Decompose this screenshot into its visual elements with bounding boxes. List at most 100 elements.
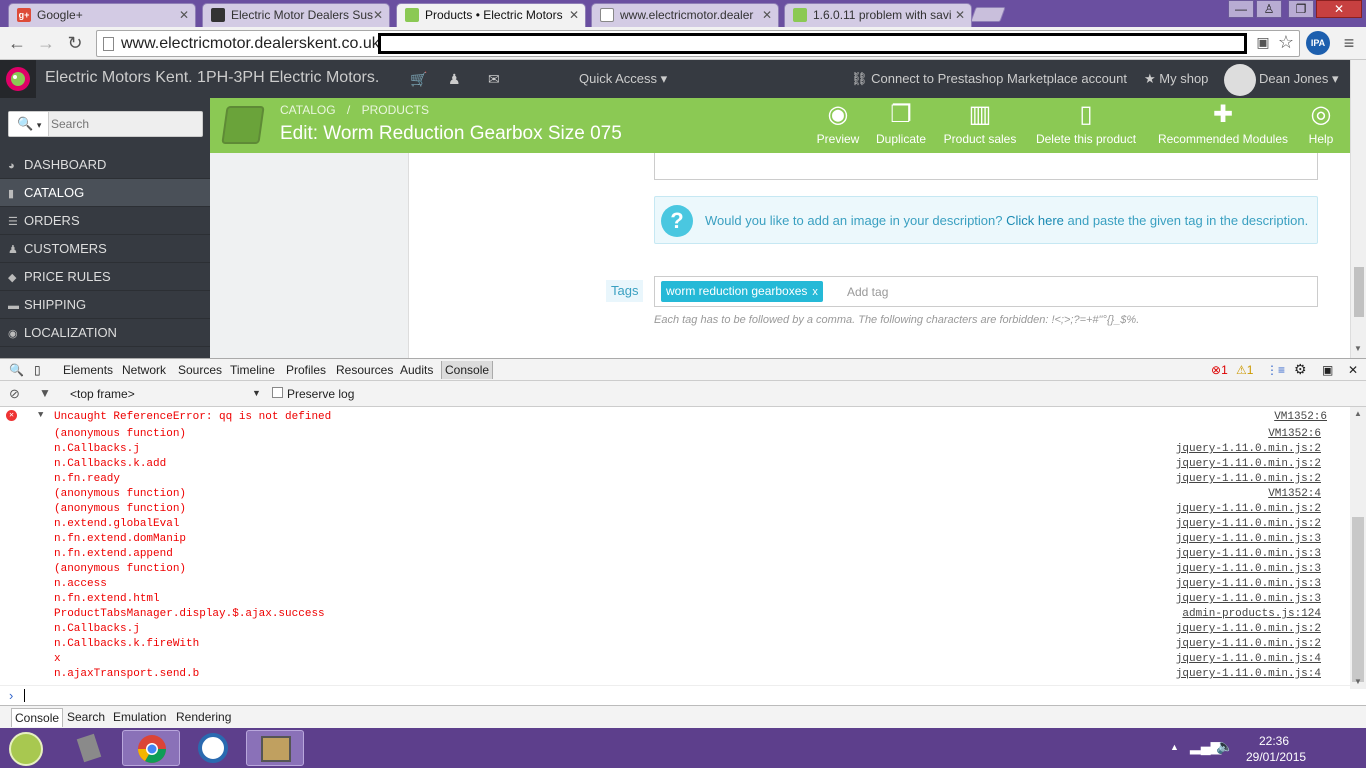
tab-console[interactable]: Console: [441, 361, 494, 379]
device-mode-icon[interactable]: ▯: [34, 363, 41, 377]
help-button[interactable]: ◎ Help: [1306, 101, 1336, 146]
reload-icon[interactable]: ↻: [64, 32, 86, 54]
stack-frame-source-link[interactable]: jquery-1.11.0.min.js:3: [1176, 547, 1321, 562]
console-prompt[interactable]: ›: [0, 685, 1350, 705]
taskbar-app-chrome[interactable]: [122, 730, 180, 766]
taskbar-app-network[interactable]: [246, 730, 304, 766]
browser-tab-electricmotor[interactable]: www.electricmotor.dealer ✕: [591, 3, 779, 27]
tab-timeline[interactable]: Timeline: [230, 363, 275, 377]
scroll-down-icon[interactable]: ▼: [1354, 677, 1362, 686]
frame-select-caret-icon[interactable]: ▼: [252, 388, 261, 398]
close-window-button[interactable]: ✕: [1316, 0, 1362, 18]
forward-icon[interactable]: →: [35, 32, 57, 54]
close-tab-icon[interactable]: ✕: [569, 4, 579, 26]
stack-frame-source-link[interactable]: jquery-1.11.0.min.js:3: [1176, 577, 1321, 592]
taskbar-app-notepad[interactable]: [60, 730, 118, 766]
drawer-tab-rendering[interactable]: Rendering: [176, 710, 231, 724]
show-hidden-icons-icon[interactable]: ▲: [1170, 742, 1179, 752]
delete-product-button[interactable]: ▯ Delete this product: [1031, 101, 1141, 146]
sidebar-item-shipping[interactable]: ▬ SHIPPING: [0, 291, 210, 319]
dock-side-icon[interactable]: ▣: [1322, 363, 1333, 377]
browser-tab-dealers[interactable]: Electric Motor Dealers Sus ✕: [202, 3, 390, 27]
search-input[interactable]: [51, 114, 199, 134]
show-drawer-icon[interactable]: ⋮≡: [1266, 363, 1285, 377]
taskbar-app-ccleaner[interactable]: [184, 730, 242, 766]
bookmark-star-icon[interactable]: ☆: [1275, 31, 1297, 53]
tab-audits[interactable]: Audits: [400, 363, 433, 377]
frame-select[interactable]: <top frame>: [70, 387, 135, 401]
close-tab-icon[interactable]: ✕: [179, 4, 189, 26]
chrome-menu-icon[interactable]: ≡: [1338, 32, 1360, 54]
cart-icon[interactable]: 🛒: [410, 71, 427, 88]
preserve-log-checkbox[interactable]: [272, 387, 283, 398]
stack-frame-source-link[interactable]: jquery-1.11.0.min.js:2: [1176, 442, 1321, 457]
error-count-badge[interactable]: ⊗1: [1211, 363, 1228, 377]
stack-frame-source-link[interactable]: jquery-1.11.0.min.js:3: [1176, 592, 1321, 607]
console-scrollbar-thumb[interactable]: [1352, 517, 1364, 682]
shop-name[interactable]: Electric Motors Kent. 1PH-3PH Electric M…: [45, 69, 379, 87]
sidebar-item-orders[interactable]: ☰ ORDERS: [0, 207, 210, 235]
restore-button[interactable]: ❐: [1288, 0, 1314, 18]
stack-frame-source-link[interactable]: jquery-1.11.0.min.js:2: [1176, 517, 1321, 532]
start-button[interactable]: [9, 732, 43, 766]
sidebar-item-dashboard[interactable]: ◕ DASHBOARD: [0, 151, 210, 179]
sidebar-item-customers[interactable]: ♟ CUSTOMERS: [0, 235, 210, 263]
prestashop-logo[interactable]: [0, 60, 36, 98]
ipa-extension-icon[interactable]: IPA: [1306, 31, 1330, 55]
browser-tab-products[interactable]: Products • Electric Motors ✕: [396, 3, 586, 27]
click-here-link[interactable]: Click here: [1006, 213, 1064, 228]
close-devtools-icon[interactable]: ✕: [1348, 363, 1358, 377]
quick-access-dropdown[interactable]: Quick Access ▾: [579, 71, 667, 87]
tags-input[interactable]: worm reduction gearboxes x Add tag: [654, 276, 1318, 307]
remove-tag-icon[interactable]: x: [812, 286, 818, 298]
tab-elements[interactable]: Elements: [63, 363, 113, 377]
tab-resources[interactable]: Resources: [336, 363, 393, 377]
page-scrollbar[interactable]: ▼: [1350, 60, 1366, 358]
drawer-tab-search[interactable]: Search: [67, 710, 105, 724]
back-icon[interactable]: ←: [6, 32, 28, 54]
stack-frame-source-link[interactable]: jquery-1.11.0.min.js:2: [1176, 637, 1321, 652]
breadcrumb-products[interactable]: PRODUCTS: [362, 103, 429, 117]
scroll-down-icon[interactable]: ▼: [1354, 344, 1362, 353]
console-scrollbar[interactable]: ▲ ▼: [1350, 407, 1366, 689]
settings-gear-icon[interactable]: ⚙: [1294, 361, 1307, 378]
duplicate-button[interactable]: ❐ Duplicate: [873, 101, 929, 146]
scroll-up-icon[interactable]: ▲: [1354, 409, 1362, 418]
sidebar-item-price-rules[interactable]: ◆ PRICE RULES: [0, 263, 210, 291]
preview-button[interactable]: ◉ Preview: [815, 101, 861, 146]
inspect-icon[interactable]: 🔍: [9, 363, 24, 377]
warning-count-badge[interactable]: ⚠1: [1236, 363, 1253, 377]
add-tag-placeholder[interactable]: Add tag: [847, 285, 888, 299]
sidebar-item-localization[interactable]: ◉ LOCALIZATION: [0, 319, 210, 347]
error-source-link[interactable]: VM1352:6: [1274, 410, 1327, 425]
page-scrollbar-thumb[interactable]: [1354, 267, 1364, 317]
new-tab-button[interactable]: [970, 7, 1006, 22]
browser-tab-google-plus[interactable]: g+ Google+ ✕: [8, 3, 196, 27]
stack-frame-source-link[interactable]: jquery-1.11.0.min.js:3: [1176, 562, 1321, 577]
tab-sources[interactable]: Sources: [178, 363, 222, 377]
minimize-button[interactable]: —: [1228, 0, 1254, 18]
stack-frame-source-link[interactable]: jquery-1.11.0.min.js:4: [1176, 652, 1321, 667]
browser-tab-forum[interactable]: 1.6.0.11 problem with savi ✕: [784, 3, 972, 27]
description-editor[interactable]: [654, 153, 1318, 180]
stack-frame-source-link[interactable]: jquery-1.11.0.min.js:2: [1176, 502, 1321, 517]
avatar[interactable]: [1224, 64, 1256, 96]
breadcrumb-catalog[interactable]: CATALOG: [280, 103, 336, 117]
expand-triangle-icon[interactable]: ▼: [38, 410, 43, 420]
sidebar-item-catalog[interactable]: ▮ CATALOG: [0, 179, 210, 207]
stack-frame-source-link[interactable]: jquery-1.11.0.min.js:2: [1176, 622, 1321, 637]
my-shop-link[interactable]: ★ My shop: [1144, 71, 1208, 87]
tab-profiles[interactable]: Profiles: [286, 363, 326, 377]
tab-network[interactable]: Network: [122, 363, 166, 377]
drawer-tab-emulation[interactable]: Emulation: [113, 710, 166, 724]
search-type-button[interactable]: 🔍 ▾: [9, 112, 49, 136]
stack-frame-source-link[interactable]: jquery-1.11.0.min.js:2: [1176, 472, 1321, 487]
filter-icon[interactable]: ▼: [39, 386, 51, 400]
product-sales-button[interactable]: ▥ Product sales: [941, 101, 1019, 146]
stack-frame-source-link[interactable]: admin-products.js:124: [1182, 607, 1321, 622]
clock-date[interactable]: 29/01/2015: [1246, 750, 1306, 764]
close-tab-icon[interactable]: ✕: [762, 4, 772, 26]
stack-frame-source-link[interactable]: jquery-1.11.0.min.js:3: [1176, 532, 1321, 547]
customer-icon[interactable]: ♟: [448, 71, 461, 88]
close-tab-icon[interactable]: ✕: [955, 4, 965, 26]
